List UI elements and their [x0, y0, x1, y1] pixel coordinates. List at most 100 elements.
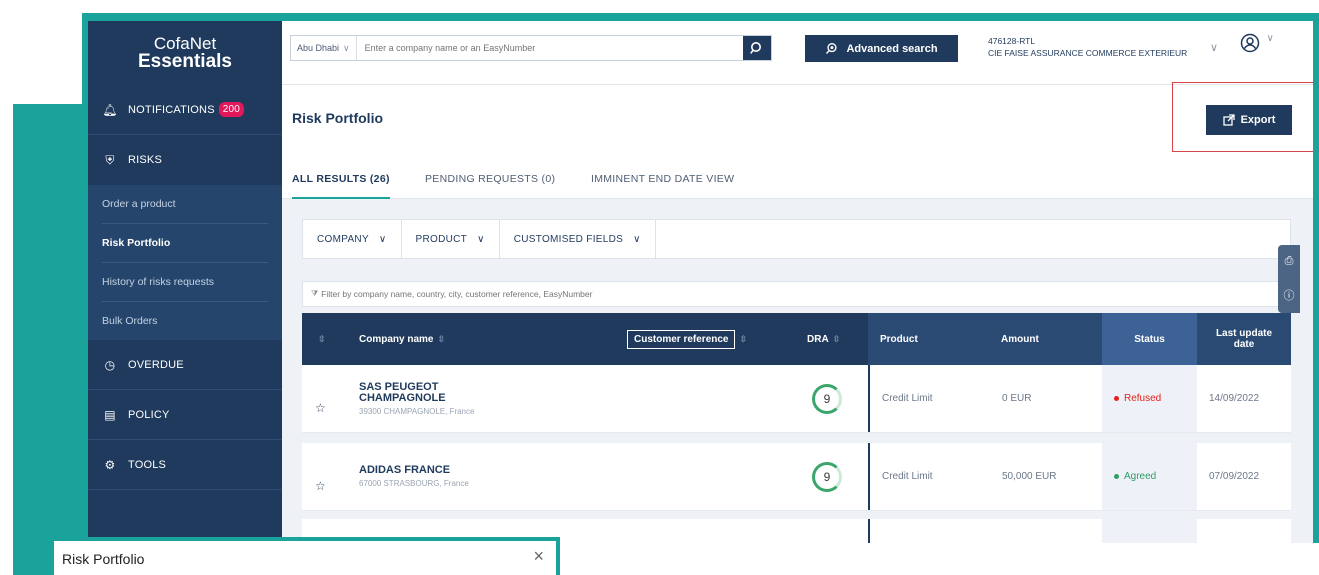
advanced-search-label: Advanced search: [846, 42, 938, 55]
tab-bar: ALL RESULTS (26) PENDING REQUESTS (0) IM…: [282, 159, 1313, 199]
gear-icon: ⚙: [104, 457, 116, 472]
account-selector[interactable]: 476128-RTL CIE FAISE ASSURANCE COMMERCE …: [988, 35, 1187, 59]
sidebar-sub-risk-portfolio[interactable]: Risk Portfolio: [88, 224, 282, 262]
user-menu[interactable]: ∨: [1240, 33, 1274, 58]
export-button[interactable]: Export: [1206, 105, 1292, 135]
teal-frame-right: [1313, 13, 1319, 543]
search-bar: Abu Dhabi ∨: [290, 35, 772, 61]
sidebar-item-notifications[interactable]: 🔔︎ NOTIFICATIONS 200: [88, 85, 282, 135]
table-filter-input[interactable]: [321, 289, 1222, 299]
location-select[interactable]: Abu Dhabi ∨: [291, 36, 357, 60]
company-cell[interactable]: SAS PEUGEOT CHAMPAGNOLE 39300 CHAMPAGNOL…: [359, 365, 479, 432]
column-product[interactable]: Product: [868, 313, 985, 365]
sidebar-item-label: NOTIFICATIONS: [128, 103, 215, 116]
star-icon[interactable]: ☆: [315, 365, 326, 432]
product-filter-dropdown[interactable]: PRODUCT ∨: [402, 220, 500, 258]
tab-pending-requests[interactable]: PENDING REQUESTS (0): [425, 173, 555, 185]
sidebar-sub-history[interactable]: History of risks requests: [88, 263, 282, 301]
star-icon[interactable]: ☆: [315, 443, 326, 510]
sort-icon[interactable]: ⇳: [314, 313, 326, 365]
advanced-search-button[interactable]: Advanced search: [805, 35, 958, 62]
search-button[interactable]: [743, 36, 771, 60]
column-label: Product: [880, 333, 918, 345]
logo-line2: Essentials: [138, 51, 232, 72]
sidebar-item-overdue[interactable]: ◷ OVERDUE: [88, 340, 282, 390]
advanced-search-icon: [826, 42, 837, 54]
column-company-name[interactable]: Company name ⇳: [359, 313, 445, 365]
sidebar-item-policy[interactable]: ▤ POLICY: [88, 390, 282, 440]
help-icon[interactable]: ⓘ: [1284, 287, 1295, 303]
search-icon: [750, 42, 761, 54]
floating-tools: ⎙ ⓘ: [1278, 245, 1300, 313]
bell-icon: 🔔︎: [102, 102, 118, 117]
page-header: Risk Portfolio Export: [282, 82, 1313, 159]
user-icon: [1240, 33, 1260, 53]
status-text: Refused: [1124, 393, 1162, 404]
chevron-down-icon[interactable]: ∨: [1210, 41, 1218, 54]
column-label: Company name: [359, 333, 434, 345]
clock-icon: ◷: [104, 357, 116, 372]
company-filter-dropdown[interactable]: COMPANY ∨: [303, 220, 402, 258]
company-cell[interactable]: ADIDAS FRANCE 67000 STRASBOURG, France: [359, 443, 479, 510]
topbar: Abu Dhabi ∨ Advanced search 476128-RTL C…: [282, 21, 1313, 85]
status-cell: Refused: [1114, 365, 1161, 432]
print-icon[interactable]: ⎙: [1285, 255, 1294, 268]
status-dot: [1114, 474, 1119, 479]
sort-icon: ⇳: [739, 333, 748, 344]
shield-icon: ⛨: [105, 152, 115, 167]
logo[interactable]: CofaNet Essentials: [88, 21, 282, 85]
sidebar-item-label: RISKS: [128, 154, 163, 166]
notifications-badge: 200: [218, 102, 245, 117]
column-customer-reference[interactable]: Customer reference ⇳: [627, 313, 747, 365]
close-icon[interactable]: ×: [533, 546, 544, 567]
tab-all-results[interactable]: ALL RESULTS (26): [292, 173, 390, 199]
sidebar-sub-order-product[interactable]: Order a product: [88, 185, 282, 223]
table-row[interactable]: ☆ SAS PEUGEOT CHAMPAGNOLE 39300 CHAMPAGN…: [302, 365, 1291, 433]
status-dot: [1114, 396, 1119, 401]
sort-icon: ⇳: [437, 333, 446, 344]
filter-label: PRODUCT: [415, 233, 468, 245]
column-label: Customer reference: [627, 329, 736, 349]
column-label: Amount: [1001, 333, 1039, 345]
account-id: 476128-RTL: [988, 36, 1036, 46]
sidebar-item-label: OVERDUE: [128, 358, 184, 371]
search-input[interactable]: [356, 43, 717, 53]
column-dra[interactable]: DRA ⇳: [807, 313, 840, 365]
document-icon: ▤: [104, 407, 116, 422]
location-value: Abu Dhabi: [297, 43, 340, 53]
modal-title: Risk Portfolio: [62, 551, 145, 567]
filter-icon: ⧩: [311, 289, 319, 298]
sidebar-item-tools[interactable]: ⚙ TOOLS: [88, 440, 282, 490]
screenshot-stage: CofaNet Essentials 🔔︎ NOTIFICATIONS 200 …: [0, 0, 1319, 575]
company-name: SAS PEUGEOT CHAMPAGNOLE: [359, 380, 446, 404]
customised-fields-dropdown[interactable]: CUSTOMISED FIELDS ∨: [500, 220, 656, 258]
chevron-down-icon: ∨: [477, 233, 485, 245]
date-cell: 14/09/2022: [1209, 393, 1260, 404]
chevron-down-icon: ∨: [378, 233, 387, 245]
account-name: CIE FAISE ASSURANCE COMMERCE EXTERIEUR: [988, 48, 1188, 58]
column-label: DRA: [807, 333, 829, 345]
column-divider: [868, 443, 870, 510]
sidebar-item-risks[interactable]: ⛨ RISKS: [88, 135, 282, 185]
column-last-update[interactable]: Last update date: [1197, 313, 1291, 365]
dra-score-badge: 9: [812, 383, 842, 414]
status-column-bg: [1102, 519, 1197, 543]
filter-dropdowns: COMPANY ∨ PRODUCT ∨ CUSTOMISED FIELDS ∨: [302, 219, 1291, 259]
page-title: Risk Portfolio: [292, 110, 384, 126]
column-amount[interactable]: Amount: [985, 313, 1102, 365]
table-row[interactable]: ☆ ADIDAS FRANCE 67000 STRASBOURG, France…: [302, 443, 1291, 511]
tab-imminent-end-date[interactable]: IMMINENT END DATE VIEW: [591, 173, 734, 185]
teal-frame-top: [82, 13, 1319, 21]
column-status[interactable]: Status: [1102, 313, 1197, 365]
product-cell: Credit Limit: [882, 471, 933, 482]
dra-cell: 9: [807, 365, 847, 432]
sidebar-sub-bulk-orders[interactable]: Bulk Orders: [88, 302, 282, 340]
sidebar: CofaNet Essentials 🔔︎ NOTIFICATIONS 200 …: [88, 21, 282, 543]
date-cell: 07/09/2022: [1209, 471, 1260, 482]
teal-frame-block: [13, 104, 88, 575]
risk-table: ⇳ Company name ⇳ Customer reference ⇳ DRA ⇳…: [302, 313, 1291, 543]
filter-label: CUSTOMISED FIELDS: [513, 233, 624, 245]
risks-submenu: Order a product Risk Portfolio History o…: [88, 185, 282, 340]
status-cell: Agreed: [1114, 443, 1156, 510]
column-divider: [868, 365, 870, 432]
